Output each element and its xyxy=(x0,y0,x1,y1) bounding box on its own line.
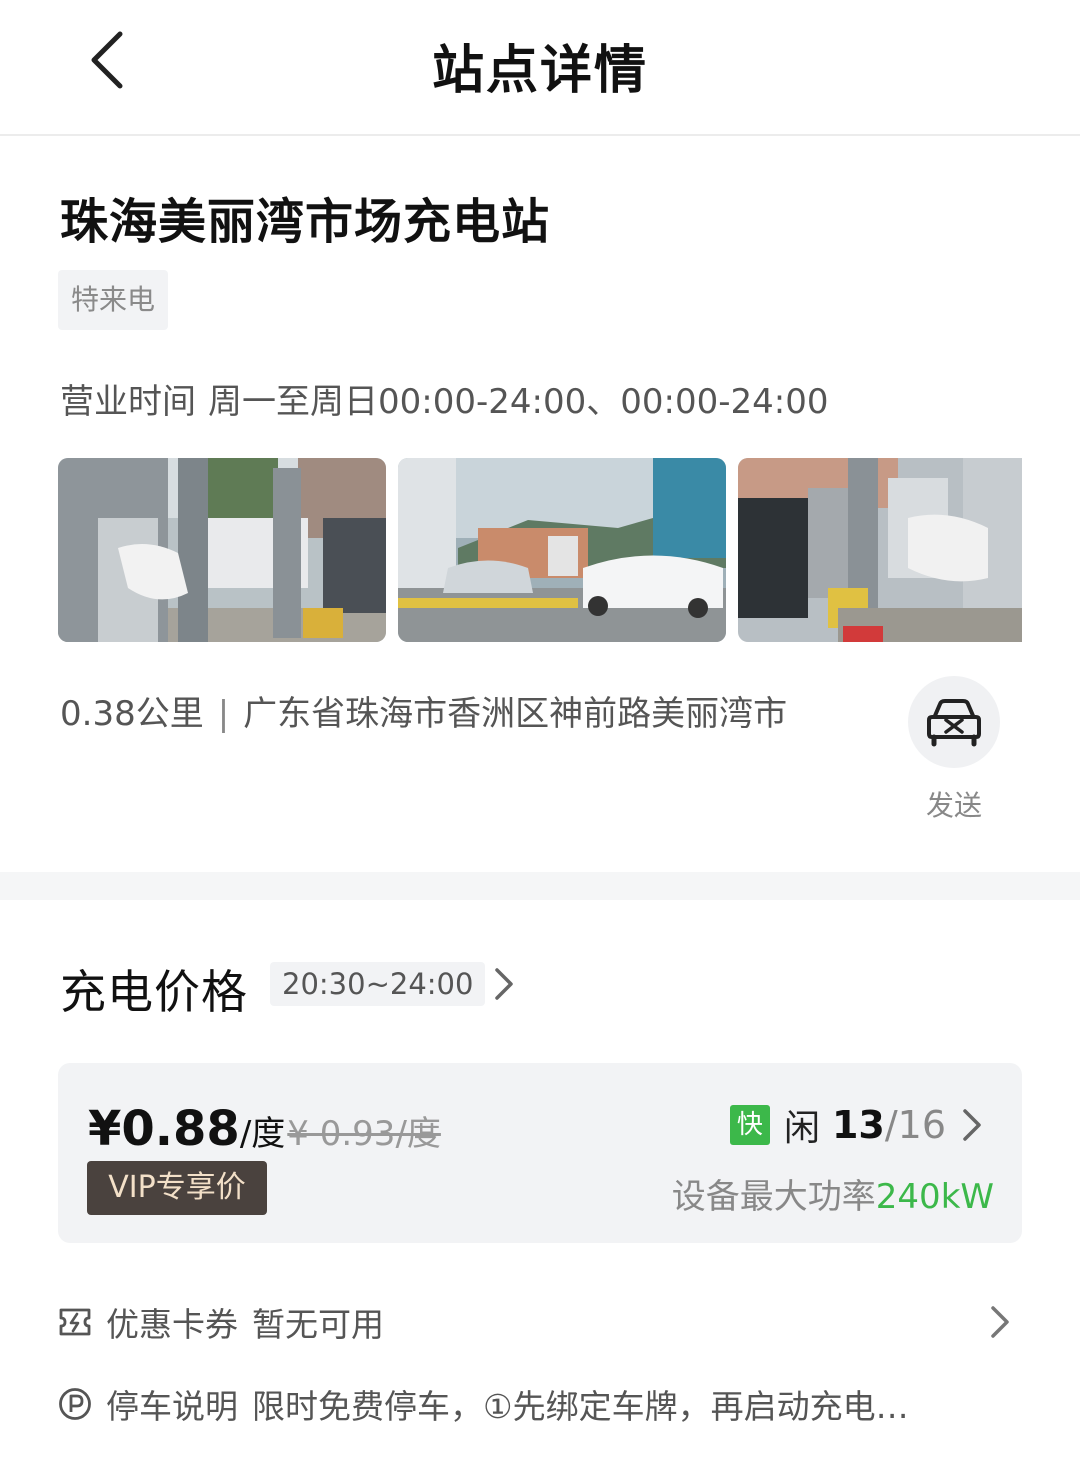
business-hours-value: 周一至周日00:00-24:00、00:00-24:00 xyxy=(208,382,829,422)
idle-count: 13 xyxy=(831,1103,885,1147)
charging-row-photo-image xyxy=(738,458,1022,642)
parking-info-row[interactable]: 停车说明 限时免费停车，①先绑定车牌，再启动充电… xyxy=(58,1376,1022,1432)
vip-price-badge: VIP专享价 xyxy=(87,1161,267,1215)
coupon-label: 优惠卡券 xyxy=(106,1305,238,1344)
distance-text: 0.38公里 xyxy=(60,694,204,734)
station-photo-gallery[interactable] xyxy=(58,458,1022,642)
pile-detail-arrow[interactable] xyxy=(958,1105,986,1145)
total-count: /16 xyxy=(884,1103,946,1147)
send-to-car-button[interactable] xyxy=(908,676,1000,768)
chevron-right-icon xyxy=(963,1109,981,1141)
station-photo[interactable] xyxy=(398,458,726,642)
time-range-more-button[interactable] xyxy=(488,962,520,1006)
coupon-icon xyxy=(59,1308,91,1336)
charging-pile-photo-image xyxy=(58,458,386,642)
coupon-row[interactable]: 优惠卡券 暂无可用 xyxy=(58,1294,1022,1350)
coupon-arrow xyxy=(986,1302,1014,1342)
pile-availability[interactable]: 快 闲 13/16 xyxy=(729,1099,986,1151)
max-power-value: 240kW xyxy=(875,1177,994,1217)
max-power-label: 设备最大功率 xyxy=(671,1177,876,1217)
price-section-title: 充电价格 xyxy=(60,965,248,1019)
send-label: 发送 xyxy=(925,789,982,822)
chevron-right-icon xyxy=(991,1306,1009,1338)
fast-charge-badge: 快 xyxy=(729,1105,770,1145)
top-nav-bar: 站点详情 xyxy=(0,0,1080,136)
max-power-line: 设备最大功率240kW xyxy=(672,1169,994,1218)
business-hours: 营业时间 周一至周日00:00-24:00、00:00-24:00 xyxy=(60,374,828,423)
business-hours-label: 营业时间 xyxy=(60,382,196,422)
current-price: ¥0.88 xyxy=(88,1101,240,1157)
idle-label: 闲 xyxy=(783,1108,820,1149)
parking-label: 停车说明 xyxy=(106,1387,238,1426)
car-icon xyxy=(927,699,981,747)
original-price: ¥ 0.93/度 xyxy=(287,1114,441,1154)
station-photo[interactable] xyxy=(738,458,1022,642)
parking-lot-photo-image xyxy=(398,458,726,642)
price-time-range[interactable]: 20:30~24:00 xyxy=(270,962,486,1006)
price-unit: /度 xyxy=(239,1114,286,1154)
station-photo[interactable] xyxy=(58,458,386,642)
parking-value: 限时免费停车，①先绑定车牌，再启动充电… xyxy=(252,1387,909,1426)
price-display: ¥0.88/度¥ 0.93/度 xyxy=(88,1101,441,1157)
address-line: 0.38公里 | 广东省珠海市香洲区神前路美丽湾市 xyxy=(60,686,787,735)
chevron-right-icon xyxy=(495,968,513,1000)
section-divider xyxy=(0,872,1080,900)
page-title: 站点详情 xyxy=(431,41,648,101)
operator-tag: 特来电 xyxy=(58,270,169,330)
address-separator: | xyxy=(217,694,230,734)
parking-icon xyxy=(59,1388,91,1420)
coupon-value: 暂无可用 xyxy=(252,1305,384,1344)
address-text: 广东省珠海市香洲区神前路美丽湾市 xyxy=(243,694,788,734)
price-card[interactable]: ¥0.88/度¥ 0.93/度 VIP专享价 快 闲 13/16 设备最大功率2… xyxy=(58,1063,1022,1243)
station-name: 珠海美丽湾市场充电站 xyxy=(60,194,551,250)
